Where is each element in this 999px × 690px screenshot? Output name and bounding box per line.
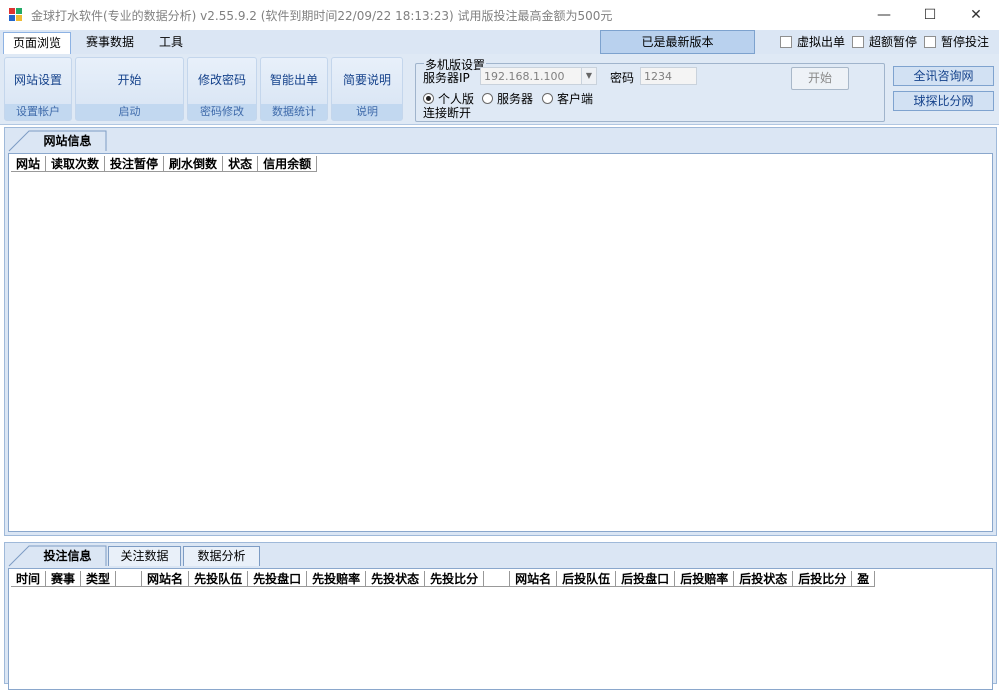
ribbon-group-password: 修改密码 密码修改 bbox=[187, 57, 257, 121]
column-header[interactable] bbox=[484, 571, 511, 587]
server-ip-label: 服务器IP bbox=[423, 71, 470, 85]
grid-header: 时间 赛事 类型 网站名 先投队伍 先投盘口 先投赔率 先投状态 先投比分 网站… bbox=[11, 571, 876, 587]
mode-server-radio[interactable]: 服务器 bbox=[482, 90, 533, 107]
checkbox-box[interactable] bbox=[852, 35, 864, 48]
tab-tools[interactable]: 工具 bbox=[150, 32, 192, 53]
server-ip-value: 192.168.1.100 bbox=[484, 70, 565, 83]
column-header[interactable]: 后投状态 bbox=[734, 571, 794, 587]
column-header[interactable]: 时间 bbox=[11, 571, 47, 587]
over-limit-pause-checkbox[interactable]: 超额暂停 bbox=[852, 33, 917, 50]
checkbox-label: 暂停投注 bbox=[941, 35, 990, 49]
tab-strip: 网站信息 bbox=[5, 128, 996, 152]
pause-betting-checkbox[interactable]: 暂停投注 bbox=[924, 33, 989, 50]
radio-label: 服务器 bbox=[497, 92, 534, 106]
column-header[interactable]: 投注暂停 bbox=[105, 156, 165, 172]
site-info-panel: 网站信息 网站 读取次数 投注暂停 刷水倒数 状态 信用余额 bbox=[4, 127, 997, 536]
column-header[interactable]: 网站 bbox=[11, 156, 47, 172]
bet-info-panel: 投注信息 关注数据 数据分析 时间 赛事 类型 网站名 先投队伍 先投盘口 先投… bbox=[4, 542, 997, 690]
column-header[interactable]: 信用余额 bbox=[258, 156, 318, 172]
column-header[interactable]: 先投状态 bbox=[366, 571, 426, 587]
radio-selected-icon[interactable] bbox=[423, 93, 434, 104]
group-caption: 数据统计 bbox=[261, 104, 327, 120]
radio-label: 客户端 bbox=[557, 92, 594, 106]
password-field[interactable]: 1234 bbox=[640, 67, 697, 85]
menu-bar: 页面浏览 赛事数据 工具 bbox=[0, 30, 999, 54]
site-settings-button[interactable]: 网站设置 bbox=[5, 58, 71, 102]
column-header[interactable]: 后投队伍 bbox=[557, 571, 617, 587]
column-header[interactable]: 类型 bbox=[81, 571, 117, 587]
app-icon bbox=[9, 8, 23, 22]
title-bar: 金球打水软件(专业的数据分析) v2.55.9.2 (软件到期时间22/09/2… bbox=[0, 0, 999, 30]
radio-icon[interactable] bbox=[482, 93, 493, 104]
tab-watch-data[interactable]: 关注数据 bbox=[108, 546, 181, 566]
column-header[interactable]: 先投比分 bbox=[425, 571, 485, 587]
maximize-button[interactable]: ☐ bbox=[907, 0, 953, 30]
column-header[interactable]: 刷水倒数 bbox=[164, 156, 224, 172]
checkbox-box[interactable] bbox=[924, 35, 936, 48]
column-header[interactable]: 赛事 bbox=[46, 571, 82, 587]
column-header[interactable]: 读取次数 bbox=[46, 156, 106, 172]
window-title: 金球打水软件(专业的数据分析) v2.55.9.2 (软件到期时间22/09/2… bbox=[31, 9, 613, 23]
start-button[interactable]: 开始 bbox=[76, 58, 183, 102]
group-caption: 启动 bbox=[76, 104, 183, 120]
column-header[interactable]: 网站名 bbox=[142, 571, 190, 587]
column-header[interactable]: 网站名 bbox=[510, 571, 558, 587]
site-info-grid[interactable]: 网站 读取次数 投注暂停 刷水倒数 状态 信用余额 bbox=[8, 153, 993, 532]
password-label: 密码 bbox=[610, 71, 635, 85]
connection-status: 连接断开 bbox=[423, 106, 472, 120]
column-header[interactable]: 后投比分 bbox=[793, 571, 853, 587]
group-caption: 说明 bbox=[332, 104, 402, 120]
column-header[interactable]: 先投队伍 bbox=[189, 571, 249, 587]
group-caption: 密码修改 bbox=[188, 104, 256, 120]
brief-help-button[interactable]: 简要说明 bbox=[332, 58, 402, 102]
virtual-order-checkbox[interactable]: 虚拟出单 bbox=[780, 33, 845, 50]
tab-data-analysis[interactable]: 数据分析 bbox=[183, 546, 260, 566]
checkbox-label: 虚拟出单 bbox=[797, 35, 846, 49]
checkbox-box[interactable] bbox=[780, 35, 792, 48]
ribbon-group-site-settings: 网站设置 设置帐户 bbox=[4, 57, 72, 121]
change-password-button[interactable]: 修改密码 bbox=[188, 58, 256, 102]
grid-header: 网站 读取次数 投注暂停 刷水倒数 状态 信用余额 bbox=[11, 156, 318, 172]
column-header[interactable]: 状态 bbox=[223, 156, 259, 172]
close-button[interactable]: ✕ bbox=[953, 0, 999, 30]
qiutan-score-button[interactable]: 球探比分网 bbox=[893, 91, 994, 111]
bet-info-grid[interactable]: 时间 赛事 类型 网站名 先投队伍 先投盘口 先投赔率 先投状态 先投比分 网站… bbox=[8, 568, 993, 690]
mode-client-radio[interactable]: 客户端 bbox=[542, 90, 593, 107]
quanxun-info-button[interactable]: 全讯咨询网 bbox=[893, 66, 994, 86]
column-header[interactable]: 先投赔率 bbox=[307, 571, 367, 587]
column-header[interactable]: 先投盘口 bbox=[248, 571, 308, 587]
tab-site-info[interactable]: 网站信息 bbox=[29, 131, 106, 151]
smart-order-button[interactable]: 智能出单 bbox=[261, 58, 327, 102]
tab-page-browse[interactable]: 页面浏览 bbox=[3, 32, 72, 54]
tab-match-data[interactable]: 赛事数据 bbox=[77, 32, 143, 53]
ribbon-group-smart-order: 智能出单 数据统计 bbox=[260, 57, 328, 121]
ribbon-group-start: 开始 启动 bbox=[75, 57, 184, 121]
checkbox-label: 超额暂停 bbox=[869, 35, 918, 49]
group-caption: 设置帐户 bbox=[5, 104, 71, 120]
latest-version-button[interactable]: 已是最新版本 bbox=[600, 30, 755, 54]
chevron-down-icon[interactable]: ▼ bbox=[581, 68, 596, 84]
radio-icon[interactable] bbox=[542, 93, 553, 104]
column-header[interactable]: 后投赔率 bbox=[675, 571, 735, 587]
server-ip-combo[interactable]: 192.168.1.100 ▼ bbox=[480, 67, 597, 85]
tab-bet-info[interactable]: 投注信息 bbox=[29, 546, 106, 566]
ribbon-group-help: 简要说明 说明 bbox=[331, 57, 403, 121]
column-header[interactable]: 盈 bbox=[852, 571, 876, 587]
column-header[interactable]: 后投盘口 bbox=[616, 571, 676, 587]
minimize-button[interactable]: — bbox=[861, 0, 907, 30]
column-header[interactable] bbox=[116, 571, 143, 587]
multi-start-button[interactable]: 开始 bbox=[791, 67, 849, 90]
tab-strip: 投注信息 关注数据 数据分析 bbox=[5, 543, 996, 567]
